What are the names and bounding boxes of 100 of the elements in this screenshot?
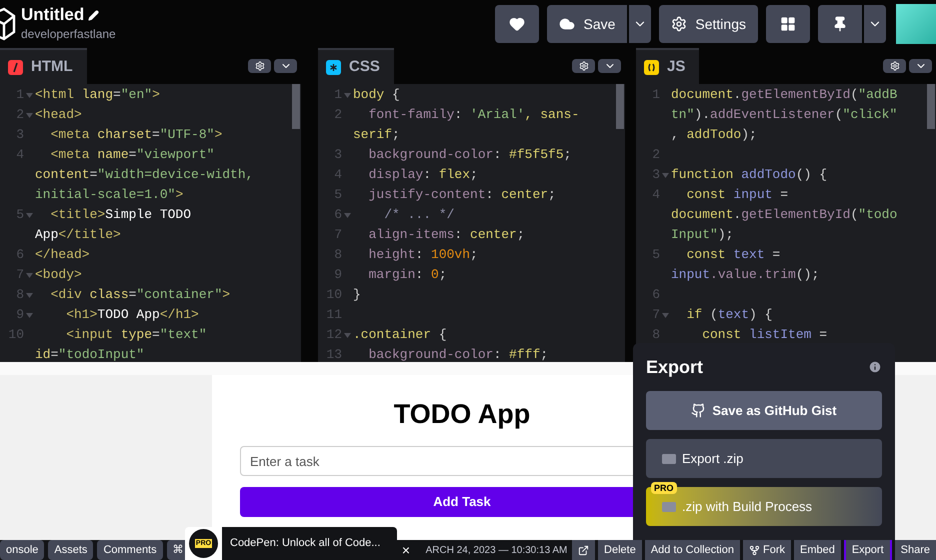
- open-external-button[interactable]: [572, 540, 596, 560]
- code-line: <div class="container">: [50, 286, 230, 304]
- editor-tab[interactable]: HTML: [0, 48, 87, 84]
- code-line: }: [353, 286, 361, 304]
- menu-title: Export: [646, 356, 704, 379]
- code-line: <html lang="en">: [35, 86, 160, 104]
- code-line: margin: 0;: [368, 266, 447, 284]
- asterisk-icon: [326, 60, 341, 74]
- fold-icon[interactable]: [344, 332, 351, 338]
- braces-icon: [644, 60, 659, 74]
- github-icon: [691, 403, 706, 418]
- username[interactable]: developerfastlane: [21, 25, 116, 43]
- code-line: document.getElementById("addB: [671, 86, 898, 104]
- heart-button[interactable]: [495, 5, 540, 43]
- toolbar-button[interactable]: onsole: [0, 540, 44, 560]
- avatar[interactable]: [896, 4, 936, 44]
- pencil-icon[interactable]: [88, 10, 100, 20]
- code-line: if (text) {: [686, 306, 772, 324]
- code-line: <body>: [35, 266, 82, 284]
- toolbar-button[interactable]: Assets: [48, 540, 94, 560]
- code-line: <head>: [35, 106, 82, 124]
- code-line: function addTodo() {: [671, 166, 828, 184]
- scrollbar-thumb[interactable]: [292, 84, 300, 129]
- layout-button[interactable]: [766, 5, 810, 43]
- code-line: document.getElementById("todo: [671, 206, 898, 224]
- code-line: body {: [353, 86, 400, 104]
- zip-icon: [662, 502, 676, 512]
- code-line: background-color: #f5f5f5;: [368, 146, 572, 164]
- code-line: <h1>TODO App</h1>: [65, 306, 199, 324]
- save-button[interactable]: Save: [547, 5, 628, 43]
- code-line: Input");: [671, 226, 734, 244]
- code-line: <input type="text": [65, 326, 207, 344]
- footer-button[interactable]: Delete: [598, 540, 642, 560]
- heart-icon: [509, 16, 526, 32]
- toolbar-button[interactable]: Comments: [97, 540, 163, 560]
- fold-icon[interactable]: [26, 292, 33, 298]
- preview-heading: TODO App: [394, 398, 530, 431]
- code-line: , addTodo);: [671, 126, 757, 144]
- footer-button[interactable]: Share: [894, 540, 936, 560]
- code-line: content="width=device-width,: [35, 166, 254, 184]
- dropdown-button[interactable]: [274, 59, 297, 73]
- zip-icon: [662, 454, 676, 464]
- code-line: justify-content: center;: [368, 186, 556, 204]
- code-line: display: flex;: [368, 166, 478, 184]
- logo-icon[interactable]: [0, 7, 16, 41]
- dropdown-button[interactable]: [909, 59, 932, 73]
- pen-title[interactable]: Untitled: [21, 5, 84, 25]
- fold-icon[interactable]: [26, 212, 33, 218]
- settings-button[interactable]: [572, 59, 595, 73]
- export-option[interactable]: Save as GitHub Gist: [646, 391, 882, 430]
- code-line: <meta charset="UTF-8">: [50, 126, 222, 144]
- footer-button[interactable]: Fork: [742, 540, 791, 560]
- fold-icon[interactable]: [344, 212, 351, 218]
- settings-icon: [671, 16, 688, 32]
- fold-icon[interactable]: [26, 272, 33, 278]
- toast-text: CodePen: Unlock all of Code...: [230, 536, 380, 552]
- code-line: <title>Simple TODO: [50, 206, 192, 224]
- slash-icon: [8, 60, 23, 74]
- settings-button[interactable]: Settings: [659, 5, 758, 43]
- code-line: const text =: [686, 246, 780, 264]
- scrollbar-thumb[interactable]: [927, 84, 935, 129]
- code-line: input.value.trim();: [671, 266, 820, 284]
- footer-button[interactable]: Export: [844, 540, 892, 560]
- footer-button[interactable]: Embed: [794, 540, 841, 560]
- code-line: serif;: [353, 126, 400, 144]
- code-line: /* ... */: [383, 206, 454, 224]
- fold-icon[interactable]: [662, 312, 669, 318]
- info-icon[interactable]: [868, 360, 882, 374]
- code-line: <meta name="viewport": [50, 146, 214, 164]
- footer-button[interactable]: Add to Collection: [644, 540, 740, 560]
- fold-icon[interactable]: [26, 112, 33, 118]
- editor-tab[interactable]: CSS: [318, 48, 394, 84]
- pin-button[interactable]: [818, 5, 862, 43]
- fold-icon[interactable]: [344, 92, 351, 98]
- code-line: const input =: [686, 186, 788, 204]
- settings-icon: [254, 61, 264, 71]
- code-line: align-items: center;: [368, 226, 525, 244]
- dropdown-button[interactable]: [598, 59, 621, 73]
- code-line: tn").addEventListener("click": [671, 106, 898, 124]
- editor-tab[interactable]: JS: [636, 48, 700, 84]
- code-line: const listItem =: [701, 326, 828, 344]
- scrollbar-thumb[interactable]: [616, 84, 624, 129]
- export-option[interactable]: Export .zip: [646, 439, 882, 478]
- pro-badge: PRO: [651, 482, 677, 494]
- layout-icon: [780, 16, 796, 32]
- settings-icon: [890, 61, 900, 71]
- code-line: background-color: #fff;: [368, 346, 548, 362]
- fold-icon[interactable]: [662, 172, 669, 178]
- code-line: height: 100vh;: [368, 246, 478, 264]
- external-link-icon: [578, 544, 590, 556]
- code-line: id="todoInput": [35, 346, 144, 362]
- fold-icon[interactable]: [26, 92, 33, 98]
- settings-icon: [578, 61, 588, 71]
- fold-icon[interactable]: [26, 312, 33, 318]
- date-text: ARCH 24, 2023 — 10:30:13 AM: [426, 544, 568, 558]
- fork-icon: [748, 544, 760, 556]
- settings-button[interactable]: [883, 59, 906, 73]
- code-line: App</title>: [35, 226, 121, 244]
- code-line: </head>: [35, 246, 90, 264]
- settings-button[interactable]: [248, 59, 271, 73]
